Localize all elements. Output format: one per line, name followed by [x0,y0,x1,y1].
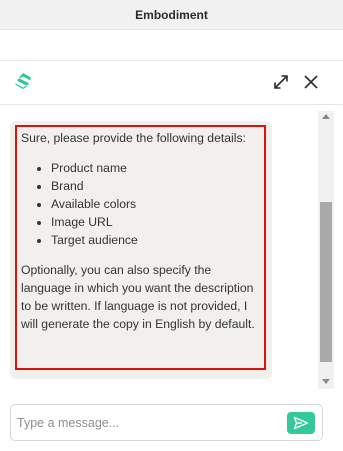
message-input[interactable] [17,412,277,434]
expand-icon [274,75,288,89]
list-item: Available colors [51,195,261,213]
message-intro: Sure, please provide the following detai… [21,131,246,145]
scroll-up-arrow-icon[interactable] [322,114,330,119]
close-button[interactable] [300,71,322,93]
scroll-down-arrow-icon[interactable] [322,379,330,384]
details-list: Product name Brand Available colors Imag… [21,159,261,249]
assistant-message-text: Sure, please provide the following detai… [21,129,261,333]
list-item: Brand [51,177,261,195]
list-item: Image URL [51,213,261,231]
chat-header [0,61,343,105]
message-scrollbar[interactable] [318,111,334,389]
send-button[interactable] [287,412,315,434]
window-title: Embodiment [135,7,208,22]
scroll-thumb[interactable] [320,202,332,362]
brand-logo-icon [12,71,34,93]
message-list: Sure, please provide the following detai… [0,111,318,389]
composer [10,404,323,441]
window-titlebar: Embodiment [0,0,343,30]
chat-panel: Sure, please provide the following detai… [0,60,343,451]
message-outro: Optionally, you can also specify the lan… [21,263,255,331]
list-item: Product name [51,159,261,177]
list-item: Target audience [51,231,261,249]
send-icon [293,416,309,430]
expand-button[interactable] [270,71,292,93]
close-icon [304,75,318,89]
